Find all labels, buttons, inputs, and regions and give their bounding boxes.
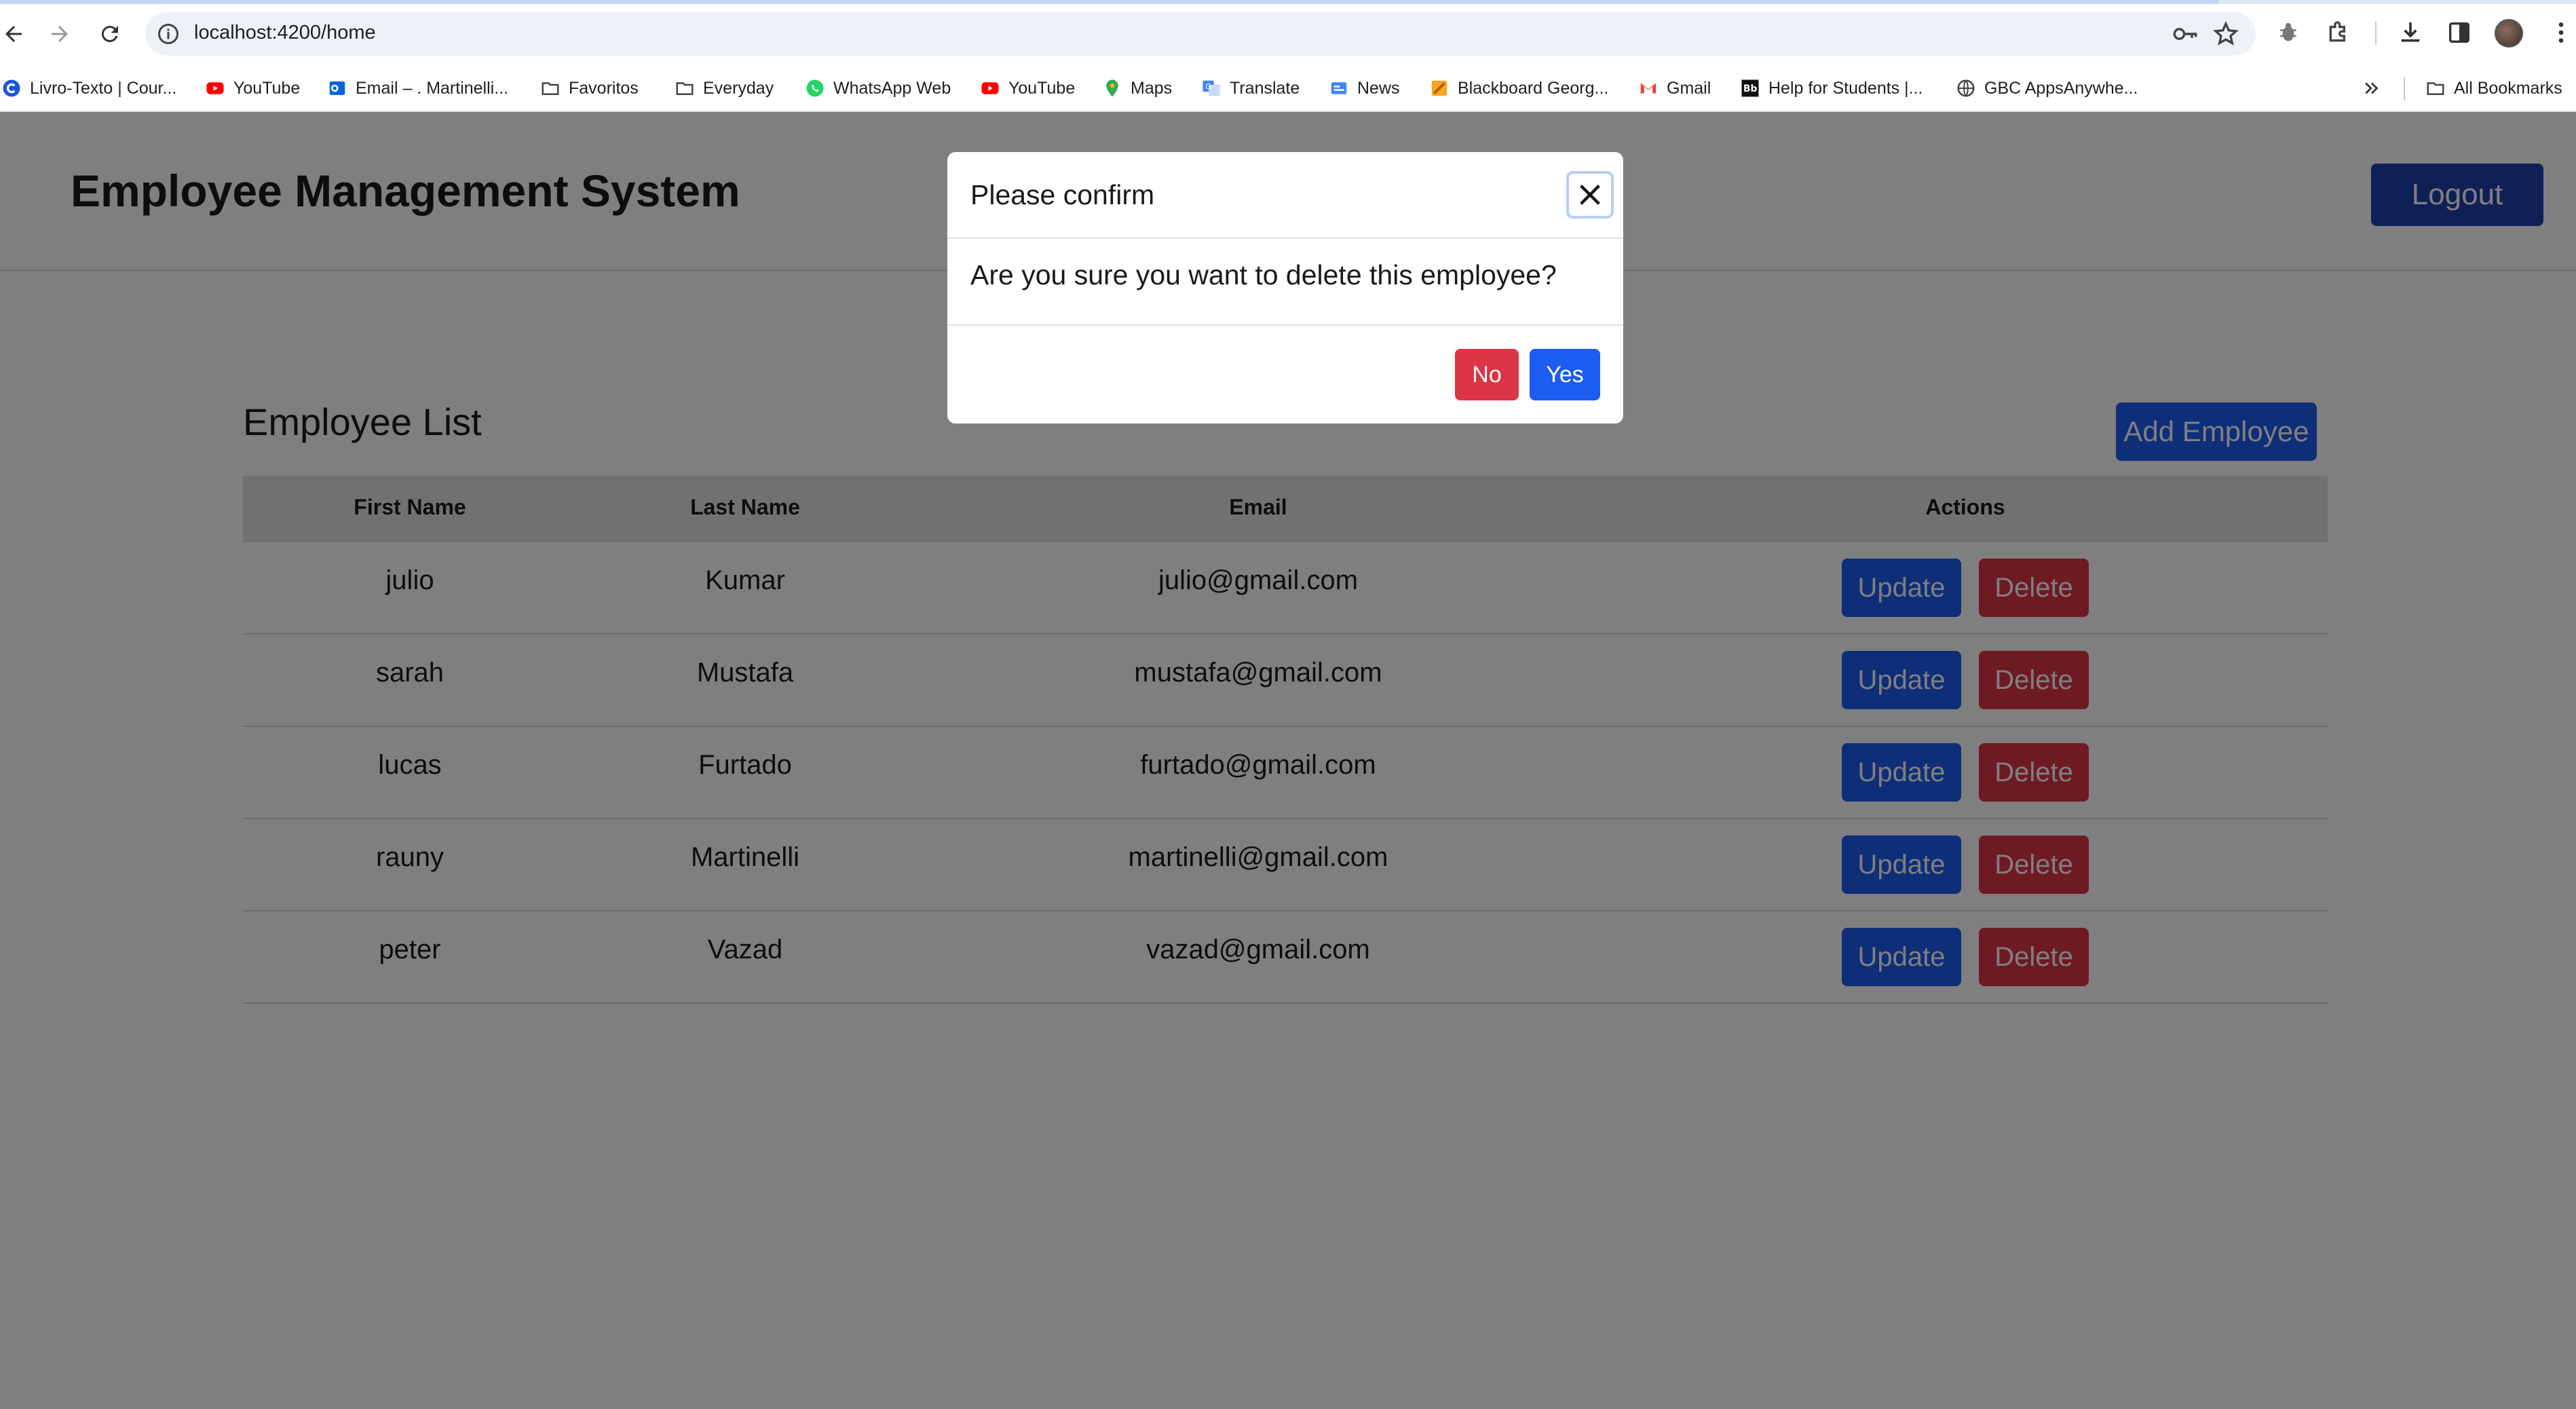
bookmark-item[interactable]: G Translate — [1201, 76, 1300, 100]
bookmark-label: GBC AppsAnywhe... — [1984, 78, 2138, 98]
folder-icon — [2425, 78, 2446, 98]
bookmark-item[interactable]: Blackboard Georg... — [1429, 76, 1608, 100]
bookmark-star-icon[interactable] — [2212, 20, 2239, 48]
bookmark-item[interactable]: News — [1329, 76, 1400, 100]
all-bookmarks-label: All Bookmarks — [2454, 78, 2562, 98]
bookmark-item[interactable]: YouTube — [980, 76, 1075, 100]
translate-icon: G — [1201, 78, 1221, 98]
bookmark-label: Maps — [1131, 78, 1173, 98]
more-menu-icon[interactable] — [2546, 18, 2576, 48]
side-panel-icon[interactable] — [2444, 18, 2474, 48]
globe-icon — [1956, 78, 1976, 98]
dialog-message: Are you sure you want to delete this emp… — [970, 259, 1557, 290]
bookmark-item[interactable]: WhatsApp Web — [805, 76, 951, 100]
bookmark-item[interactable]: Livro-Texto | Cour... — [1, 76, 176, 100]
whatsapp-icon — [805, 78, 825, 98]
all-bookmarks[interactable]: All Bookmarks — [2425, 76, 2562, 100]
youtube-icon — [205, 78, 225, 98]
bookmark-label: Help for Students |... — [1768, 78, 1923, 98]
bookmark-label: Email – . Martinelli... — [356, 78, 509, 98]
maps-icon — [1102, 78, 1122, 98]
browser-chrome: localhost:4200/home Livro-Texto | Cour..… — [0, 0, 2576, 112]
dialog-header: Please confirm — [947, 152, 1623, 239]
bookmark-label: Livro-Texto | Cour... — [30, 78, 177, 98]
folder-icon — [675, 78, 695, 98]
back-icon[interactable] — [0, 15, 33, 53]
profile-avatar[interactable] — [2495, 19, 2523, 48]
bookmark-item[interactable]: Maps — [1102, 76, 1172, 100]
bookmark-item[interactable]: GBC AppsAnywhe... — [1956, 76, 2138, 100]
toolbar-divider — [2375, 22, 2376, 45]
bookmark-item[interactable]: Everyday — [675, 76, 774, 100]
confirm-dialog: Please confirm Are you sure you want to … — [947, 152, 1623, 424]
dialog-footer: No Yes — [947, 326, 1623, 424]
gmail-icon — [1638, 78, 1659, 98]
svg-text:G: G — [1205, 82, 1211, 91]
blackboard-icon — [1429, 78, 1450, 98]
youtube-icon — [980, 78, 1000, 98]
bookmark-item[interactable]: Bb Help for Students |... — [1740, 76, 1922, 100]
bookmark-label: YouTube — [233, 78, 301, 98]
folder-icon — [540, 78, 561, 98]
bookmark-label: Blackboard Georg... — [1458, 78, 1609, 98]
bookmark-label: Favoritos — [569, 78, 639, 98]
bookmark-label: Everyday — [703, 78, 774, 98]
bookmark-label: Gmail — [1667, 78, 1711, 98]
bookmark-label: Translate — [1230, 78, 1300, 98]
url-text[interactable]: localhost:4200/home — [194, 22, 376, 44]
bookmarks-divider — [2404, 77, 2405, 100]
bookmark-item[interactable]: YouTube — [205, 76, 300, 100]
bookmark-item[interactable]: Email – . Martinelli... — [327, 76, 508, 100]
download-icon[interactable] — [2395, 18, 2425, 48]
close-icon[interactable] — [1566, 171, 1614, 219]
dialog-title: Please confirm — [970, 179, 1155, 210]
address-bar[interactable]: localhost:4200/home — [145, 12, 2256, 56]
extensions-puzzle-icon[interactable] — [2324, 18, 2353, 48]
bookmark-item[interactable]: Favoritos — [540, 76, 639, 100]
password-key-icon[interactable] — [2172, 22, 2199, 46]
reload-icon[interactable] — [91, 15, 129, 53]
bb-icon: Bb — [1740, 78, 1760, 98]
more-bookmarks-icon[interactable] — [2362, 76, 2382, 100]
dialog-body: Are you sure you want to delete this emp… — [947, 239, 1623, 326]
no-button[interactable]: No — [1455, 349, 1519, 400]
site-info-icon[interactable] — [156, 22, 181, 46]
bookmark-label: News — [1357, 78, 1400, 98]
c-logo-icon — [1, 78, 22, 98]
extension-bug-icon[interactable] — [2273, 18, 2303, 48]
forward-icon[interactable] — [41, 15, 79, 53]
bookmarks-bar: Livro-Texto | Cour... YouTube Email – . … — [0, 68, 2576, 109]
news-icon — [1329, 78, 1349, 98]
yes-button[interactable]: Yes — [1530, 349, 1600, 400]
bookmark-item[interactable]: Gmail — [1638, 76, 1711, 100]
bookmark-label: WhatsApp Web — [833, 78, 951, 98]
outlook-icon — [327, 78, 347, 98]
bookmark-label: YouTube — [1008, 78, 1076, 98]
svg-text:Bb: Bb — [1743, 83, 1757, 94]
tab-active-indicator — [0, 0, 2219, 4]
